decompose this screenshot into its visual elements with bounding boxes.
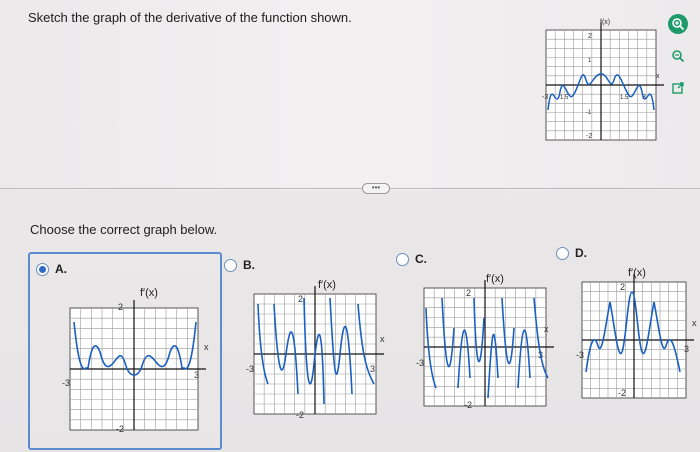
graph-a-xlabel: x	[204, 342, 209, 352]
zoom-in-icon[interactable]	[668, 14, 688, 34]
graph-a-ylabel: f′(x)	[140, 287, 158, 299]
source-y-bottom: -2	[586, 133, 592, 140]
graph-c-y-top: 2	[466, 288, 471, 298]
source-grid	[545, 22, 664, 141]
zoom-out-icon[interactable]	[668, 46, 688, 66]
graph-b-x-left: -3	[246, 364, 254, 374]
radio-a[interactable]	[36, 262, 49, 276]
graph-a[interactable]: f′(x) 2 -2 -3 3 x	[60, 282, 212, 442]
option-a-label: A.	[55, 262, 67, 276]
graph-c[interactable]: f′(x) 2 -2 -3 3 x	[414, 268, 560, 418]
source-x-left: -3	[542, 94, 548, 101]
graph-d-x-right: 3	[684, 344, 689, 354]
graph-b-y-bottom: -2	[296, 410, 304, 420]
graph-d-xlabel: x	[692, 318, 697, 328]
graph-b-x-right: 3	[370, 364, 375, 374]
section-divider	[0, 188, 700, 189]
graph-a-y-bottom: -2	[116, 424, 124, 434]
source-y-top: 2	[588, 33, 592, 40]
graph-d-y-top: 2	[620, 282, 625, 292]
radio-d[interactable]	[556, 246, 569, 260]
question-text: Sketch the graph of the derivative of th…	[28, 10, 352, 25]
graph-d-ylabel: f′(x)	[628, 267, 646, 279]
radio-b[interactable]	[224, 258, 237, 272]
option-a[interactable]: A.	[36, 262, 67, 276]
graph-b-y-top: 2	[298, 294, 303, 304]
option-c-label: C.	[415, 252, 427, 266]
graph-d-grid	[581, 274, 694, 399]
option-d[interactable]: D.	[556, 246, 587, 260]
option-b-label: B.	[243, 258, 255, 272]
graph-c-ylabel: f′(x)	[486, 273, 504, 285]
source-graph: f(x) 2 1 -1 -2 -3 -1.5 1.5 3 x	[542, 19, 664, 141]
graph-b-ylabel: f′(x)	[318, 279, 336, 291]
more-button[interactable]: •••	[362, 183, 390, 194]
option-d-label: D.	[575, 246, 587, 260]
graph-c-x-left: -3	[416, 358, 424, 368]
option-b[interactable]: B.	[224, 258, 255, 272]
source-ylabel: f(x)	[600, 19, 610, 26]
graph-a-x-left: -3	[62, 378, 70, 388]
prompt-text: Choose the correct graph below.	[30, 222, 218, 237]
source-x-pos: 1.5	[620, 95, 629, 101]
source-y-neg-one: -1	[586, 110, 592, 116]
graph-a-x-right: 3	[194, 370, 199, 380]
graph-d-y-bottom: -2	[618, 388, 626, 398]
source-xlabel: x	[656, 73, 660, 80]
graph-c-y-bottom: -2	[464, 400, 472, 410]
external-link-icon[interactable]	[668, 78, 688, 98]
graph-d-x-left: -3	[576, 350, 584, 360]
graph-a-grid	[69, 300, 206, 431]
graph-b-xlabel: x	[380, 334, 385, 344]
graph-d[interactable]: f′(x) 2 -2 -3 3 x	[572, 262, 700, 412]
graph-b[interactable]: f′(x) 2 -2 -3 3 x	[244, 274, 390, 424]
graph-c-xlabel: x	[544, 324, 549, 334]
option-c[interactable]: C.	[396, 252, 427, 266]
graph-a-y-top: 2	[118, 302, 123, 312]
radio-c[interactable]	[396, 252, 409, 266]
